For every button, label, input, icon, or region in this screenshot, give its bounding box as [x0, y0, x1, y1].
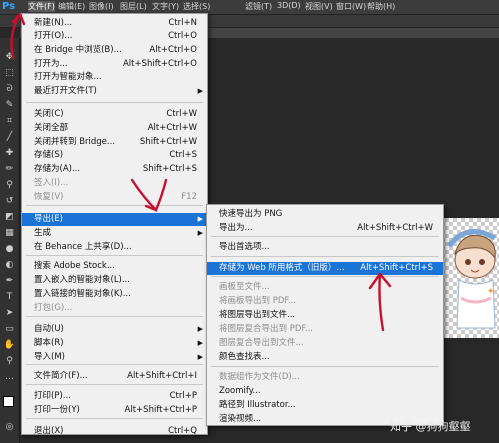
annotation-layer [10, 12, 392, 332]
annotation-arrow-export [130, 178, 168, 213]
annotation-arrow-save-web [368, 272, 392, 332]
annotation-arrow-file [10, 12, 26, 60]
